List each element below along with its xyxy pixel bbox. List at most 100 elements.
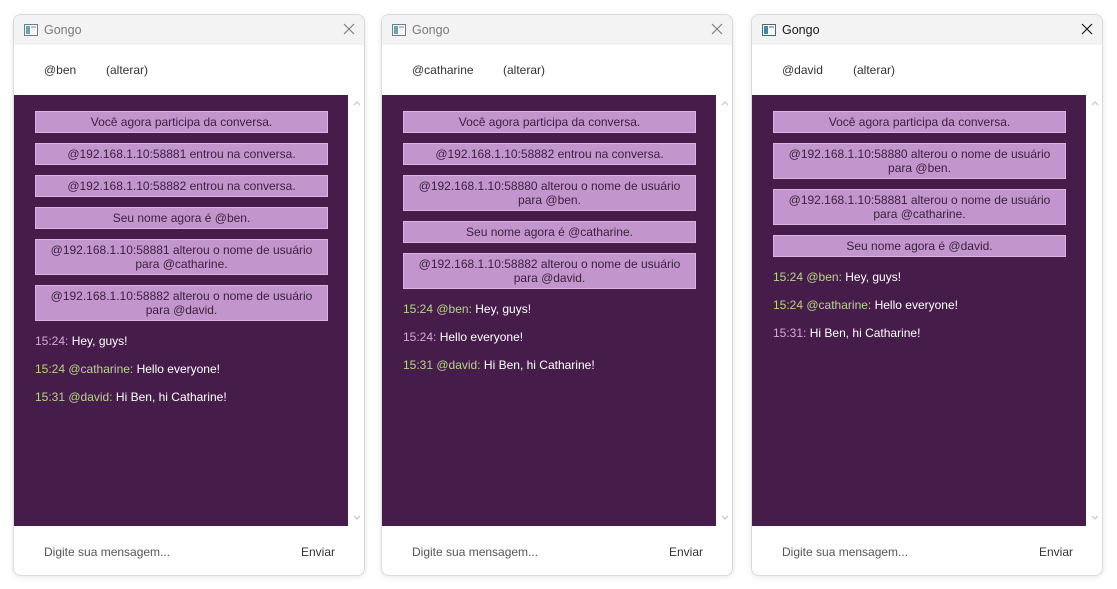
system-message-line: para @catharine. bbox=[135, 257, 228, 271]
system-message-line: Você agora participa da conversa. bbox=[90, 115, 273, 129]
system-message: @192.168.1.10:58880 alterou o nome de us… bbox=[773, 143, 1066, 179]
desktop: Gongo @ben (alterar) Você agora particip… bbox=[0, 0, 1117, 589]
chat-window-david: Gongo @david (alterar) Você agora partic… bbox=[751, 14, 1103, 576]
message-bar: Enviar bbox=[752, 526, 1102, 575]
system-message-line: @192.168.1.10:58881 alterou o nome de us… bbox=[50, 243, 313, 257]
scroll-up-icon[interactable] bbox=[353, 100, 361, 106]
system-message-line: @192.168.1.10:58881 entrou na conversa. bbox=[67, 147, 296, 161]
send-button[interactable]: Enviar bbox=[301, 545, 335, 559]
chat-window-catharine: Gongo @catharine (alterar) Você agora pa… bbox=[381, 14, 733, 576]
send-button[interactable]: Enviar bbox=[669, 545, 703, 559]
chat-scrollbar[interactable] bbox=[348, 95, 364, 526]
system-message: Você agora participa da conversa. bbox=[773, 111, 1066, 133]
change-username-link[interactable]: (alterar) bbox=[503, 63, 545, 77]
current-username: @catharine bbox=[412, 63, 474, 77]
chat-message: 15:24 @ben: Hey, guys! bbox=[773, 270, 1076, 298]
scroll-down-icon[interactable] bbox=[353, 515, 361, 521]
message-meta: 15:31: bbox=[773, 326, 807, 340]
system-message-line: para @ben. bbox=[518, 193, 581, 207]
system-message-line: Você agora participa da conversa. bbox=[458, 115, 641, 129]
system-message: Seu nome agora é @ben. bbox=[35, 207, 328, 229]
app-window-icon bbox=[24, 24, 38, 36]
system-message: Você agora participa da conversa. bbox=[403, 111, 696, 133]
message-text: Hello everyone! bbox=[136, 362, 220, 376]
message-text: Hi Ben, hi Catharine! bbox=[809, 326, 921, 340]
window-title: Gongo bbox=[782, 23, 820, 37]
message-text: Hi Ben, hi Catharine! bbox=[115, 390, 227, 404]
message-meta: 15:31 @david: bbox=[35, 390, 113, 404]
message-meta: 15:24: bbox=[403, 330, 437, 344]
chat-window-ben: Gongo @ben (alterar) Você agora particip… bbox=[13, 14, 365, 576]
system-message: @192.168.1.10:58882 entrou na conversa. bbox=[403, 143, 696, 165]
system-message-line: @192.168.1.10:58881 alterou o nome de us… bbox=[788, 193, 1051, 207]
system-message: Seu nome agora é @catharine. bbox=[403, 221, 696, 243]
app-window-icon bbox=[762, 24, 776, 36]
chat-area: Você agora participa da conversa. @192.16… bbox=[382, 95, 716, 526]
message-bar: Enviar bbox=[382, 526, 732, 575]
close-icon[interactable] bbox=[342, 22, 356, 36]
scroll-up-icon[interactable] bbox=[1091, 100, 1099, 106]
user-bar: @catharine (alterar) bbox=[382, 45, 732, 95]
system-messages: Você agora participa da conversa. @192.16… bbox=[752, 111, 1086, 257]
user-bar: @ben (alterar) bbox=[14, 45, 364, 95]
message-input[interactable] bbox=[782, 544, 1012, 559]
system-message-line: Você agora participa da conversa. bbox=[828, 115, 1011, 129]
message-input[interactable] bbox=[44, 544, 274, 559]
close-icon[interactable] bbox=[710, 22, 724, 36]
system-message-line: @192.168.1.10:58882 alterou o nome de us… bbox=[50, 289, 313, 303]
change-username-link[interactable]: (alterar) bbox=[106, 63, 148, 77]
system-message-line: para @david. bbox=[513, 271, 586, 285]
system-messages: Você agora participa da conversa. @192.16… bbox=[382, 111, 716, 289]
message-text: Hey, guys! bbox=[845, 270, 902, 284]
chat-scrollbar[interactable] bbox=[716, 95, 732, 526]
current-username: @david bbox=[782, 63, 823, 77]
system-message-line: @192.168.1.10:58882 entrou na conversa. bbox=[435, 147, 664, 161]
scroll-down-icon[interactable] bbox=[1091, 515, 1099, 521]
message-meta: 15:24 @catharine: bbox=[35, 362, 134, 376]
message-text: Hello everyone! bbox=[439, 330, 524, 344]
title-bar[interactable]: Gongo bbox=[382, 15, 732, 45]
chat-message: 15:31 @david: Hi Ben, hi Catharine! bbox=[35, 390, 338, 418]
chat-message: 15:31: Hi Ben, hi Catharine! bbox=[773, 326, 1076, 354]
message-input[interactable] bbox=[412, 544, 642, 559]
chat-scrollbar[interactable] bbox=[1086, 95, 1102, 526]
system-message: @192.168.1.10:58881 alterou o nome de us… bbox=[35, 239, 328, 275]
message-meta: 15:24 @ben: bbox=[403, 302, 472, 316]
window-title: Gongo bbox=[44, 23, 82, 37]
message-bar: Enviar bbox=[14, 526, 364, 575]
chat-message: 15:24: Hello everyone! bbox=[403, 330, 706, 358]
system-message: @192.168.1.10:58882 alterou o nome de us… bbox=[403, 253, 696, 289]
chat-area: Você agora participa da conversa. @192.16… bbox=[14, 95, 348, 526]
chat-messages: 15:24 @ben: Hey, guys! 15:24 @catharine: … bbox=[752, 267, 1086, 354]
system-message-line: para @ben. bbox=[888, 161, 951, 175]
change-username-link[interactable]: (alterar) bbox=[853, 63, 895, 77]
message-meta: 15:31 @david: bbox=[403, 358, 481, 372]
system-message: Você agora participa da conversa. bbox=[35, 111, 328, 133]
message-text: Hello everyone! bbox=[874, 298, 958, 312]
send-button[interactable]: Enviar bbox=[1039, 545, 1073, 559]
system-message: @192.168.1.10:58881 entrou na conversa. bbox=[35, 143, 328, 165]
scroll-up-icon[interactable] bbox=[721, 100, 729, 106]
chat-message: 15:24 @ben: Hey, guys! bbox=[403, 302, 706, 330]
message-text: Hi Ben, hi Catharine! bbox=[483, 358, 595, 372]
system-message-line: @192.168.1.10:58882 alterou o nome de us… bbox=[418, 257, 681, 271]
chat-message: 15:24 @catharine: Hello everyone! bbox=[773, 298, 1076, 326]
title-bar[interactable]: Gongo bbox=[752, 15, 1102, 45]
system-message-line: Seu nome agora é @david. bbox=[846, 239, 993, 253]
system-messages: Você agora participa da conversa. @192.16… bbox=[14, 111, 348, 321]
close-icon[interactable] bbox=[1080, 22, 1094, 36]
chat-messages: 15:24: Hey, guys! 15:24 @catharine: Hello… bbox=[14, 331, 348, 418]
user-bar: @david (alterar) bbox=[752, 45, 1102, 95]
message-meta: 15:24 @ben: bbox=[773, 270, 842, 284]
system-message-line: Seu nome agora é @ben. bbox=[112, 211, 251, 225]
scroll-down-icon[interactable] bbox=[721, 515, 729, 521]
system-message: @192.168.1.10:58882 alterou o nome de us… bbox=[35, 285, 328, 321]
current-username: @ben bbox=[44, 63, 77, 77]
system-message-line: para @david. bbox=[145, 303, 218, 317]
title-bar[interactable]: Gongo bbox=[14, 15, 364, 45]
system-message-line: Seu nome agora é @catharine. bbox=[466, 225, 633, 239]
chat-message: 15:24 @catharine: Hello everyone! bbox=[35, 362, 338, 390]
system-message-line: @192.168.1.10:58882 entrou na conversa. bbox=[67, 179, 296, 193]
app-window-icon bbox=[392, 24, 406, 36]
system-message: @192.168.1.10:58882 entrou na conversa. bbox=[35, 175, 328, 197]
